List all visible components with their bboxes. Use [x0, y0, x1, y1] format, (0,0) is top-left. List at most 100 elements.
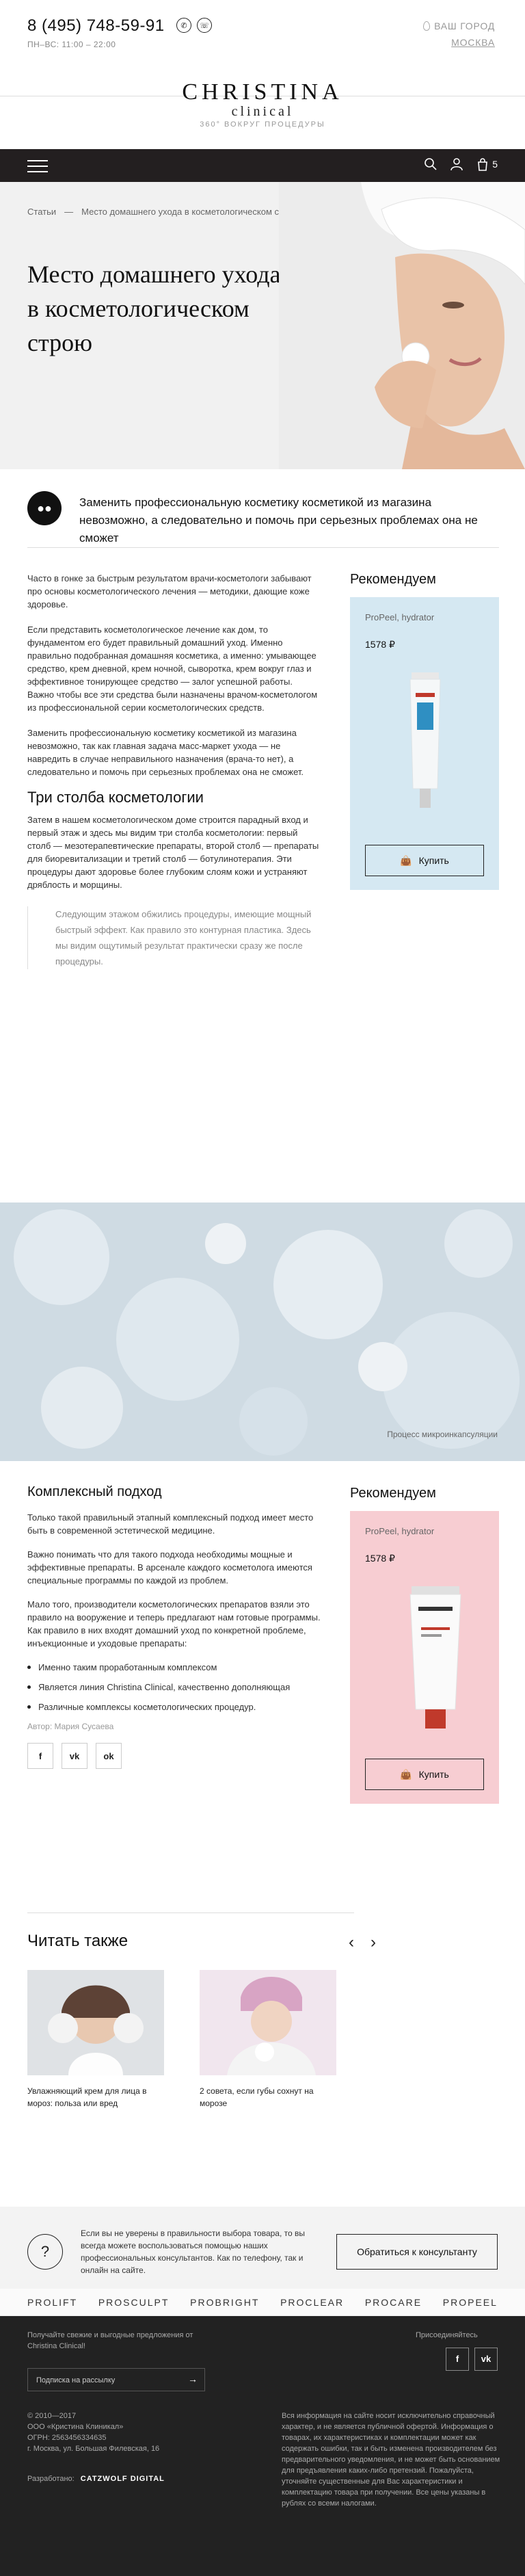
- nav-actions: 5: [424, 157, 498, 171]
- share-buttons: f vk ok: [27, 1743, 321, 1769]
- vk-icon[interactable]: vk: [62, 1743, 88, 1769]
- hero-section: Статьи — Место домашнего ухода в косметоло…: [0, 182, 525, 469]
- page-title: Место домашнего ухода в косметологическо…: [27, 261, 281, 356]
- read-also-title: Читать также: [27, 1932, 129, 1950]
- site-footer: Получайте свежие и выгодные предложения …: [0, 2316, 525, 2576]
- article-paragraph: Мало того, производители косметологическ…: [27, 1599, 321, 1648]
- article-section-2: Комплексный подход Только такой правильн…: [27, 1484, 321, 1769]
- subscribe-text: Получайте свежие и выгодные предложения …: [27, 2331, 193, 2350]
- article-card-image: [200, 1970, 336, 2075]
- city-label: ВАШ ГОРОД: [434, 21, 495, 31]
- article-quote: Следующим этажом обжились процедуры, име…: [27, 906, 321, 969]
- buy-button[interactable]: 👜 Купить: [365, 1759, 484, 1790]
- developer-name[interactable]: CATZWOLF DIGITAL: [81, 2475, 165, 2483]
- arrow-right-icon[interactable]: →: [188, 2374, 198, 2384]
- bag-icon: [478, 158, 488, 171]
- logo-tagline: 360° ВОКРУГ ПРОЦЕДУРЫ: [200, 120, 325, 129]
- carousel-arrows: ‹ ›: [349, 1933, 376, 1952]
- subscribe-input[interactable]: Подписка на рассылку →: [27, 2368, 205, 2391]
- page: 8 (495) 748-59-91 ✆ ☏ ПН–ВС: 11:00 – 22:…: [0, 0, 525, 2576]
- facebook-icon[interactable]: f: [446, 2348, 469, 2371]
- line-link[interactable]: PROCLEAR: [280, 2297, 344, 2308]
- microencapsulation-photo: Процесс микроинкапсуляции: [0, 1202, 525, 1461]
- article-card[interactable]: Увлажняющий крем для лица в мороз: польз…: [27, 1970, 164, 2110]
- messenger-icons: ✆ ☏: [176, 18, 212, 33]
- subscribe-placeholder: Подписка на рассылку: [36, 2376, 116, 2384]
- search-icon[interactable]: [424, 157, 438, 171]
- line-link[interactable]: PROSCULPT: [98, 2297, 170, 2308]
- site-logo[interactable]: CHRISTINA clinical 360° ВОКРУГ ПРОЦЕДУРЫ: [0, 81, 525, 129]
- article-subheading: Три столба косметологии: [27, 789, 204, 806]
- intro-divider: [27, 547, 499, 548]
- nav-bar: 5: [0, 149, 525, 182]
- list-item: Является линия Christina Clinical, качес…: [27, 1681, 321, 1694]
- list-item: Именно таким проработанным комплексом: [27, 1661, 321, 1674]
- user-icon[interactable]: [450, 157, 463, 171]
- product-card[interactable]: ProPeel, hydrator 1578 ₽ 👜 Купить: [350, 1511, 499, 1804]
- breadcrumb-current: Место домашнего ухода в косметологическо…: [81, 207, 300, 217]
- bullet-list: Именно таким проработанным комплексом Яв…: [27, 1661, 321, 1713]
- article-author: Автор: Мария Сусаева: [27, 1722, 114, 1731]
- line-link[interactable]: PROBRIGHT: [190, 2297, 259, 2308]
- viber-icon[interactable]: ✆: [176, 18, 191, 33]
- list-item: Различные комплексы косметологических пр…: [27, 1700, 321, 1713]
- consult-text: Если вы не уверены в правильности выбора…: [81, 2229, 306, 2275]
- phone-number[interactable]: 8 (495) 748-59-91: [27, 16, 165, 36]
- logo-main: CHRISTINA: [182, 79, 343, 105]
- join-label: Присоединяйтесь: [416, 2331, 478, 2339]
- article-paragraph: Заменить профессиональную косметику косм…: [27, 728, 304, 777]
- line-link[interactable]: PROLIFT: [27, 2297, 77, 2308]
- whatsapp-icon[interactable]: ☏: [197, 18, 212, 33]
- read-also-section: Читать также ‹ › Увлажняющий крем для ли…: [27, 1932, 499, 2110]
- cart-count: 5: [492, 159, 498, 170]
- article-body: Часто в гонке за быстрым результатом вра…: [27, 572, 321, 969]
- developer-label: Разработано:: [27, 2475, 75, 2483]
- consult-button[interactable]: Обратиться к консультанту: [336, 2234, 498, 2270]
- article-paragraph: Если представить косметологическое лечен…: [27, 625, 318, 713]
- line-link[interactable]: PROPEEL: [443, 2297, 498, 2308]
- city-selector[interactable]: ВАШ ГОРОД МОСКВА: [423, 21, 495, 48]
- intro-text: Заменить профессиональную косметику косм…: [79, 496, 478, 544]
- city-name[interactable]: МОСКВА: [423, 37, 495, 48]
- hero-woman-image: [279, 182, 525, 469]
- buy-button[interactable]: 👜 Купить: [365, 845, 484, 876]
- recommend-title: Рекомендуем: [350, 1486, 436, 1501]
- prev-arrow-icon[interactable]: ‹: [349, 1933, 354, 1952]
- product-card[interactable]: ProPeel, hydrator 1578 ₽ 👜 Купить: [350, 597, 499, 890]
- product-tube-image: [409, 1586, 461, 1729]
- recommend-title: Рекомендуем: [350, 572, 436, 587]
- question-icon: ?: [27, 2234, 63, 2270]
- article-card-caption: 2 совета, если губы сохнут на морозе: [200, 2086, 314, 2108]
- recommend-card: Рекомендуем ProPeel, hydrator 1578 ₽ 👜 К…: [350, 1486, 499, 1804]
- product-price: 1578 ₽: [365, 639, 395, 650]
- bag-icon: 👜: [400, 854, 412, 866]
- photo-caption: Процесс микроинкапсуляции: [387, 1430, 498, 1439]
- working-hours: ПН–ВС: 11:00 – 22:00: [27, 40, 116, 49]
- article-paragraph: Затем в нашем косметологическом доме стр…: [27, 815, 319, 890]
- buy-label: Купить: [418, 855, 449, 866]
- article-card[interactable]: 2 совета, если губы сохнут на морозе: [200, 1970, 336, 2110]
- odnoklassniki-icon[interactable]: ok: [96, 1743, 122, 1769]
- developer-credit: Разработано: CATZWOLF DIGITAL: [27, 2473, 165, 2484]
- line-link[interactable]: PROCARE: [365, 2297, 422, 2308]
- article-paragraph: Только такой правильный этапный комплекс…: [27, 1512, 314, 1536]
- facebook-icon[interactable]: f: [27, 1743, 53, 1769]
- product-name[interactable]: ProPeel, hydrator: [365, 612, 484, 622]
- article-cards: Увлажняющий крем для лица в мороз: польз…: [27, 1970, 499, 2110]
- next-arrow-icon[interactable]: ›: [371, 1933, 376, 1952]
- breadcrumb-link[interactable]: Статьи: [27, 207, 56, 217]
- product-price: 1578 ₽: [365, 1553, 395, 1564]
- bag-icon: 👜: [400, 1768, 412, 1780]
- menu-icon[interactable]: [27, 160, 48, 172]
- article-card-image: [27, 1970, 164, 2075]
- drops-icon: ●●: [27, 491, 62, 525]
- section-heading: Комплексный подход: [27, 1484, 162, 1499]
- product-name[interactable]: ProPeel, hydrator: [365, 1526, 484, 1536]
- cart-button[interactable]: 5: [476, 157, 498, 171]
- recommend-card: Рекомендуем ProPeel, hydrator 1578 ₽ 👜 К…: [350, 572, 499, 890]
- bubbles-image: [0, 1202, 525, 1461]
- vk-icon[interactable]: vk: [474, 2348, 498, 2371]
- footer-social: f vk: [446, 2348, 498, 2371]
- logo-sub: clinical: [231, 104, 294, 119]
- product-tube-image: [409, 672, 441, 808]
